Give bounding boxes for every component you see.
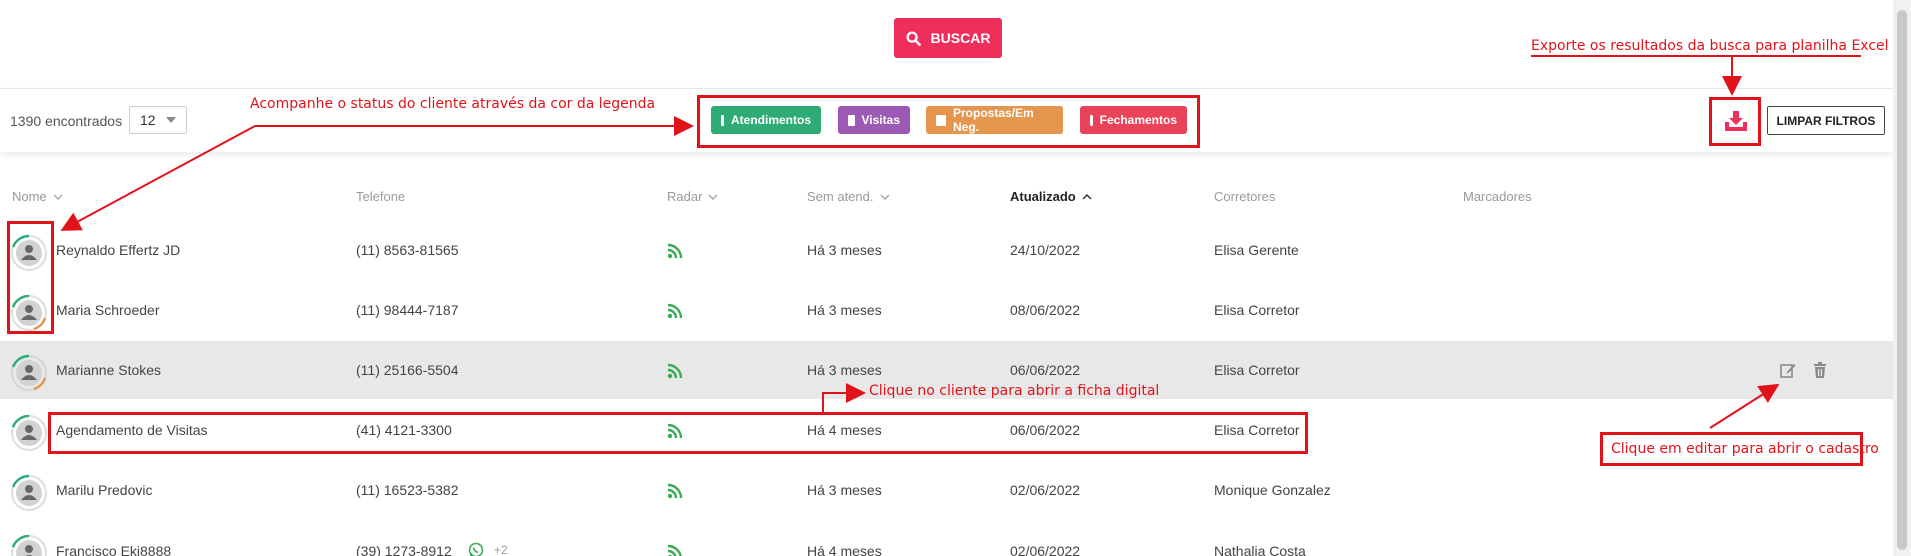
annotation-arrows: [60, 55, 1861, 429]
scrollbar-thumb[interactable]: [1897, 10, 1907, 550]
